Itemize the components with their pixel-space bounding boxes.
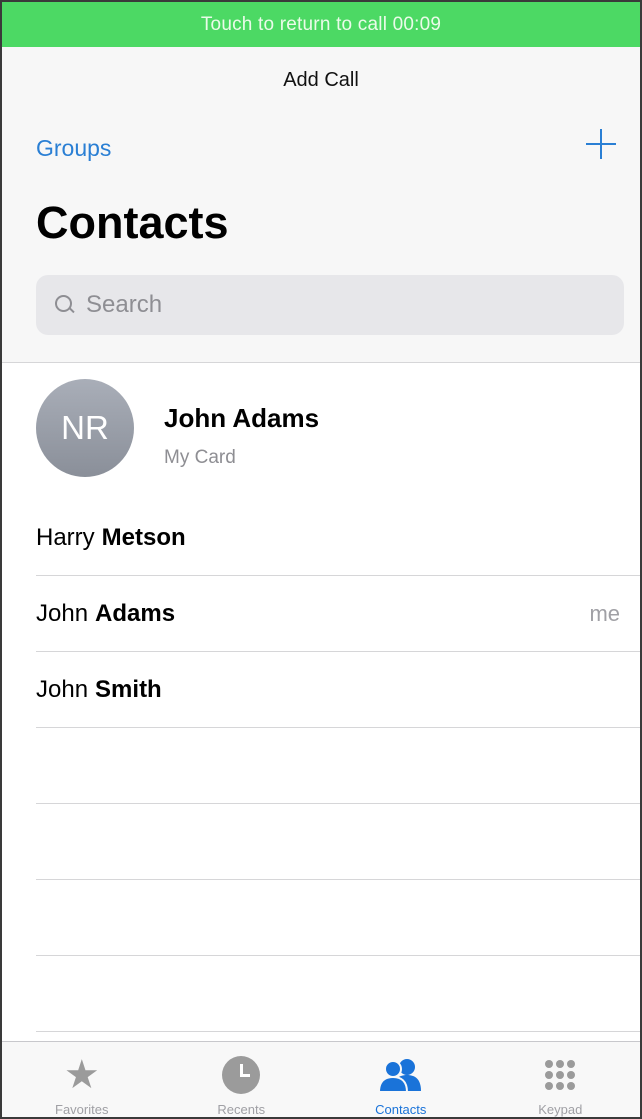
tab-label: Recents [217, 1102, 266, 1117]
keypad-icon [538, 1054, 582, 1096]
search-icon [54, 294, 76, 316]
my-card[interactable]: NR John Adams My Card [2, 363, 640, 493]
contact-last-name: Metson [101, 523, 186, 551]
empty-row [36, 956, 640, 1032]
phone-screen: Touch to return to call 00:09 Add Call G… [0, 0, 642, 1119]
tab-favorites[interactable]: ★ Favorites [2, 1042, 162, 1117]
tab-bar: ★ Favorites Recents Contacts Keypad [2, 1041, 641, 1117]
groups-button[interactable]: Groups [36, 135, 111, 162]
contacts-list: Harry Metson John Adams me John Smith [2, 500, 640, 1032]
my-card-subtitle: My Card [164, 447, 236, 468]
star-icon: ★ [63, 1053, 100, 1097]
my-card-name: John Adams [164, 403, 320, 433]
navigation-header: Add Call Groups Contacts Search [2, 47, 640, 363]
tab-label: Contacts [375, 1102, 427, 1117]
add-contact-icon[interactable] [584, 127, 618, 161]
return-to-call-text: Touch to return to call 00:09 [200, 13, 442, 35]
contact-row[interactable]: John Adams me [36, 576, 640, 652]
contact-first-name: Harry [36, 523, 95, 551]
contact-row[interactable]: Harry Metson [36, 500, 640, 576]
contact-row[interactable]: John Smith [36, 652, 640, 728]
search-field[interactable]: Search [36, 275, 624, 335]
tab-label: Keypad [538, 1102, 583, 1117]
return-to-call-banner[interactable]: Touch to return to call 00:09 [2, 2, 640, 47]
tab-keypad[interactable]: Keypad [481, 1042, 641, 1117]
clock-icon [219, 1054, 263, 1096]
avatar: NR [36, 379, 134, 477]
empty-row [36, 804, 640, 880]
contact-last-name: Smith [95, 675, 162, 703]
contact-last-name: Adams [95, 599, 176, 627]
contact-first-name: John [36, 599, 89, 627]
search-placeholder: Search [86, 291, 163, 318]
tab-recents[interactable]: Recents [162, 1042, 322, 1117]
tab-label: Favorites [55, 1102, 109, 1117]
page-title: Contacts [36, 197, 229, 248]
contact-first-name: John [36, 675, 89, 703]
empty-row [36, 728, 640, 804]
contacts-icon [378, 1054, 423, 1096]
me-tag: me [589, 600, 620, 626]
add-call-title: Add Call [283, 69, 359, 91]
tab-contacts[interactable]: Contacts [321, 1042, 481, 1117]
empty-row [36, 880, 640, 956]
